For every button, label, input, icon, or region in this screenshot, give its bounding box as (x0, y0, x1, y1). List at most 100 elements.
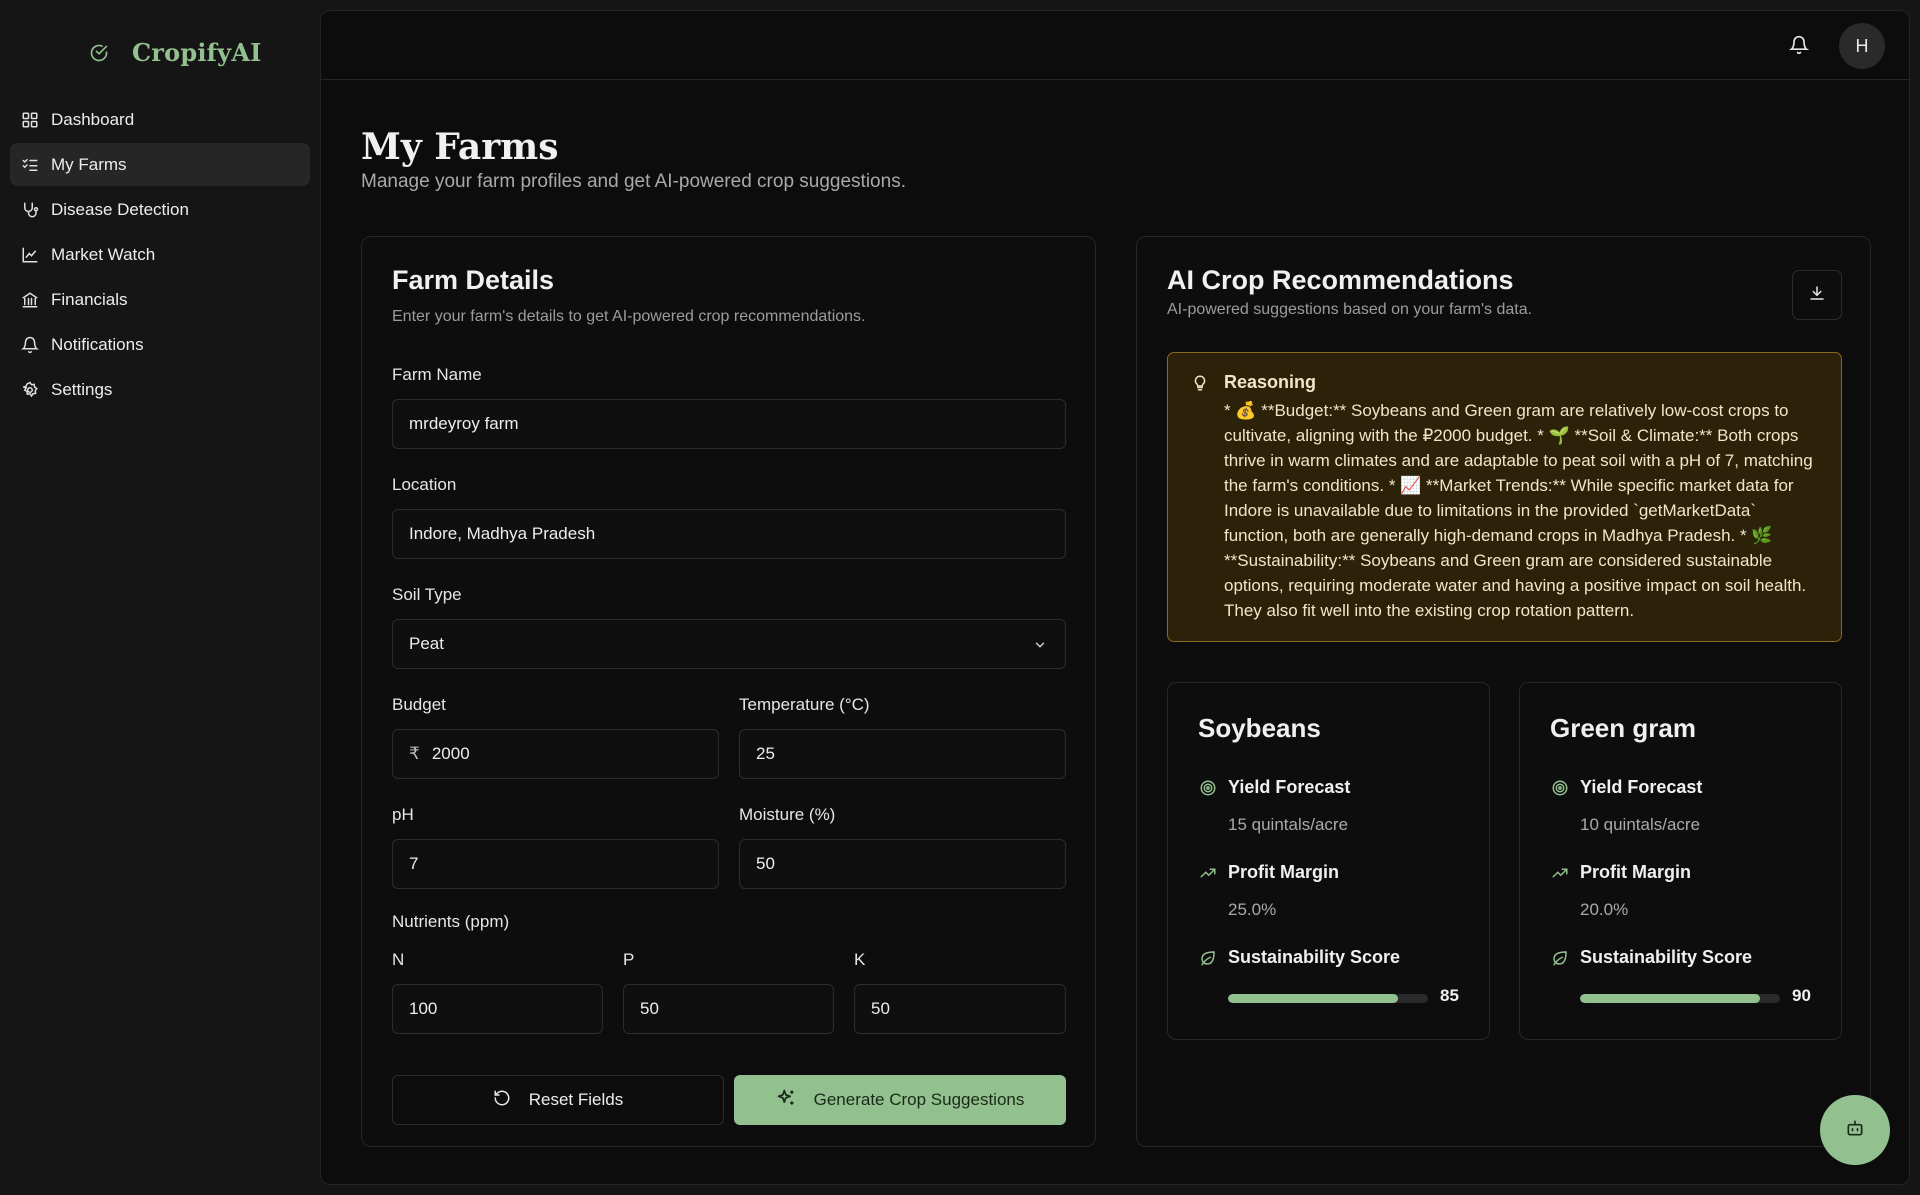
sidebar-item-dashboard[interactable]: Dashboard (10, 98, 310, 141)
yield-forecast-value: 15 quintals/acre (1228, 815, 1349, 834)
reasoning-title: Reasoning (1224, 372, 1317, 392)
nitrogen-input[interactable]: 100 (392, 984, 603, 1034)
yield-forecast-heading: Yield Forecast (1550, 777, 1702, 798)
farm-name-value: mrdeyroy farm (409, 414, 519, 433)
profit-margin-value: 20.0% (1580, 900, 1629, 919)
profit-margin-heading: Profit Margin (1198, 862, 1339, 883)
generate-crop-suggestions-button[interactable]: Generate Crop Suggestions (734, 1075, 1066, 1125)
brand-name: CropifyAI (132, 38, 262, 67)
sustainability-heading: Sustainability Score (1550, 947, 1752, 968)
sparkles-icon (776, 1088, 796, 1113)
crop-recommendations-card: AI Crop Recommendations AI-powered sugge… (1136, 236, 1871, 1147)
line-chart-icon (20, 245, 40, 265)
chatbot-button[interactable] (1820, 1095, 1890, 1165)
bell-icon (20, 335, 40, 355)
budget-label: Budget (392, 695, 446, 714)
sustainability-score-value: 85 (1440, 986, 1459, 1005)
card-subtitle: AI-powered suggestions based on your far… (1167, 301, 1533, 318)
ph-label: pH (392, 805, 414, 824)
download-button[interactable] (1792, 270, 1842, 320)
sidebar-nav: Dashboard My Farms Disease Detection Mar… (10, 98, 310, 413)
yield-forecast-label: Yield Forecast (1228, 777, 1351, 797)
card-subtitle: Enter your farm's details to get AI-powe… (392, 308, 866, 325)
phosphorus-value: 50 (640, 999, 659, 1018)
ph-input[interactable]: 7 (392, 839, 719, 889)
location-input[interactable]: Indore, Madhya Pradesh (392, 509, 1066, 559)
farm-name-label: Farm Name (392, 365, 482, 384)
sustainability-progress-bar (1228, 994, 1428, 1003)
sidebar-item-settings[interactable]: Settings (10, 368, 310, 411)
sustainability-progress-fill (1228, 994, 1398, 1003)
phosphorus-label: P (623, 950, 635, 969)
crop-name: Soybeans (1198, 713, 1321, 743)
potassium-input[interactable]: 50 (854, 984, 1066, 1034)
nitrogen-value: 100 (409, 999, 438, 1018)
soil-type-label: Soil Type (392, 585, 462, 604)
leaf-icon (1198, 948, 1218, 968)
check-circle-icon (88, 42, 110, 64)
sustainability-label: Sustainability Score (1580, 947, 1753, 967)
crop-card: Green gram Yield Forecast 10 quintals/ac… (1519, 682, 1842, 1040)
reset-fields-button[interactable]: Reset Fields (392, 1075, 724, 1125)
yield-forecast-value: 10 quintals/acre (1580, 815, 1701, 834)
farm-details-card: Farm Details Enter your farm's details t… (361, 236, 1096, 1147)
gear-icon (20, 380, 40, 400)
sidebar-item-label: My Farms (51, 154, 127, 174)
trending-up-icon (1550, 863, 1570, 883)
crop-card: Soybeans Yield Forecast 15 quintals/acre… (1167, 682, 1490, 1040)
temperature-label: Temperature (°C) (739, 695, 870, 714)
yield-forecast-heading: Yield Forecast (1198, 777, 1350, 798)
sidebar-item-market-watch[interactable]: Market Watch (10, 233, 310, 276)
phosphorus-input[interactable]: 50 (623, 984, 834, 1034)
sidebar-item-notifications[interactable]: Notifications (10, 323, 310, 366)
budget-input[interactable]: ₹ 2000 (392, 729, 719, 779)
trending-up-icon (1198, 863, 1218, 883)
download-icon (1808, 284, 1826, 307)
soil-type-select[interactable]: Peat (392, 619, 1066, 669)
sustainability-heading: Sustainability Score (1198, 947, 1400, 968)
location-label: Location (392, 475, 457, 494)
profit-margin-label: Profit Margin (1228, 862, 1339, 882)
moisture-input[interactable]: 50 (739, 839, 1066, 889)
generate-crop-suggestions-label: Generate Crop Suggestions (813, 1090, 1025, 1109)
temperature-value: 25 (756, 744, 775, 763)
sidebar-item-label: Settings (51, 379, 113, 399)
chevron-down-icon (1031, 636, 1049, 654)
sustainability-progress-fill (1580, 994, 1760, 1003)
soil-type-value: Peat (409, 634, 444, 653)
bot-icon (1845, 1118, 1865, 1143)
sidebar: CropifyAI Dashboard My Farms Disease Det… (0, 0, 320, 1195)
moisture-label: Moisture (%) (739, 805, 836, 824)
target-icon (1198, 778, 1218, 798)
brand-logo[interactable]: CropifyAI (88, 38, 262, 67)
potassium-value: 50 (871, 999, 890, 1018)
sidebar-item-financials[interactable]: Financials (10, 278, 310, 321)
profit-margin-value: 25.0% (1228, 900, 1277, 919)
bell-icon[interactable] (1787, 33, 1811, 57)
top-bar: H (321, 11, 1909, 80)
app: CropifyAI Dashboard My Farms Disease Det… (0, 0, 1920, 1195)
temperature-input[interactable]: 25 (739, 729, 1066, 779)
sidebar-item-label: Market Watch (51, 244, 156, 264)
potassium-label: K (854, 950, 866, 969)
sustainability-label: Sustainability Score (1228, 947, 1401, 967)
moisture-value: 50 (756, 854, 775, 873)
leaf-icon (1550, 948, 1570, 968)
nitrogen-label: N (392, 950, 405, 969)
sidebar-item-label: Dashboard (51, 109, 135, 129)
location-value: Indore, Madhya Pradesh (409, 524, 596, 543)
card-title: AI Crop Recommendations (1167, 265, 1514, 295)
grid-icon (20, 110, 40, 130)
main-panel: H My Farms Manage your farm profiles and… (320, 10, 1910, 1185)
budget-value: 2000 (431, 744, 470, 763)
target-icon (1550, 778, 1570, 798)
page-subtitle: Manage your farm profiles and get AI-pow… (361, 171, 906, 192)
farm-name-input[interactable]: mrdeyroy farm (392, 399, 1066, 449)
crop-name: Green gram (1550, 713, 1696, 743)
profit-margin-label: Profit Margin (1580, 862, 1691, 882)
reset-fields-label: Reset Fields (528, 1090, 624, 1109)
avatar[interactable]: H (1839, 23, 1885, 69)
sidebar-item-my-farms[interactable]: My Farms (10, 143, 310, 186)
sidebar-item-label: Notifications (51, 334, 144, 354)
sidebar-item-disease-detection[interactable]: Disease Detection (10, 188, 310, 231)
